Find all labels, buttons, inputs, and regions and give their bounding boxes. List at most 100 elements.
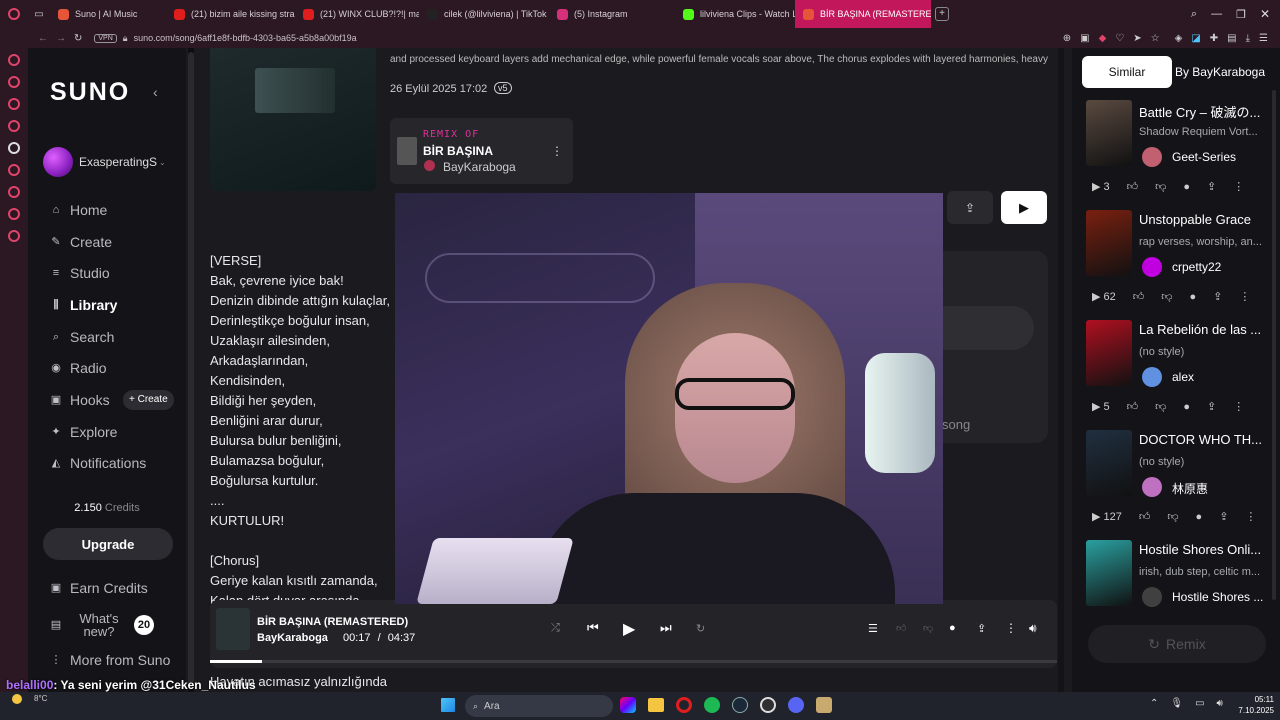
sidebar-app-icon[interactable] (8, 76, 20, 88)
tab-3[interactable]: (21) WINX CLUB?!?!| mar (295, 0, 419, 28)
dislike-icon[interactable]: 👎︎ (1155, 180, 1166, 193)
recommendation-thumbnail[interactable] (1086, 100, 1132, 166)
recommendation-author[interactable]: alex (1172, 370, 1194, 384)
sidebar-app-icon[interactable] (8, 98, 20, 110)
recommendation-title[interactable]: Hostile Shores Onli... (1139, 542, 1261, 557)
player-share-icon[interactable]: ⇪ (977, 622, 986, 635)
url-text[interactable]: suno.com/song/6aff1e8f-bdfb-4303-ba65-a5… (134, 33, 357, 43)
repeat-icon[interactable]: ↻ (696, 622, 705, 635)
whats-new-link[interactable]: ▤ What's new? 20 (50, 612, 154, 638)
sidebar-app-icon[interactable] (8, 142, 20, 154)
start-button[interactable] (441, 698, 455, 712)
new-tab-button[interactable]: + (935, 7, 949, 21)
recommendation-card[interactable]: La Rebelión de las ... (no style) alex ▶ 5 👍… (1086, 320, 1266, 420)
play-count[interactable]: ▶ 62 (1092, 290, 1116, 303)
sidebar-app-icon[interactable] (8, 54, 20, 66)
recommendation-card[interactable]: Unstoppable Grace rap verses, worship, an… (1086, 210, 1266, 310)
star-icon[interactable]: ☆ (1151, 33, 1160, 44)
comment-icon[interactable]: ● (1189, 291, 1196, 303)
nav-item-explore[interactable]: ✦ Explore (50, 424, 117, 440)
nav-item-notifications[interactable]: ◭ Notifications (50, 455, 147, 471)
nav-item-library[interactable]: ⫼ Library (50, 297, 117, 313)
more-icon[interactable]: ⋮ (1245, 510, 1256, 523)
sidebar-app-icon[interactable] (8, 120, 20, 132)
author-avatar[interactable] (1142, 257, 1162, 277)
heart-icon[interactable]: ♡ (1115, 33, 1124, 44)
remix-artist[interactable]: BayKaraboga (443, 160, 516, 174)
recommendation-author[interactable]: crpetty22 (1172, 260, 1221, 274)
like-icon[interactable]: 👍︎ (1139, 510, 1151, 523)
author-avatar[interactable] (1142, 587, 1162, 607)
play-count[interactable]: ▶ 3 (1092, 180, 1110, 193)
recommendation-thumbnail[interactable] (1086, 320, 1132, 386)
dislike-icon[interactable]: 👎︎ (1167, 510, 1178, 523)
sidebar-scrollbar[interactable] (188, 48, 194, 692)
camera-icon[interactable]: ▣ (1080, 33, 1089, 44)
discord-icon[interactable] (788, 697, 804, 713)
maximize-button[interactable]: ❐ (1236, 8, 1246, 21)
nav-item-search[interactable]: ⌕ Search (50, 329, 114, 345)
comment-icon[interactable]: ● (1183, 401, 1190, 413)
opera-taskbar-icon[interactable] (676, 697, 692, 713)
vpn-badge[interactable]: VPN (94, 33, 117, 43)
dislike-icon[interactable]: 👎︎ (923, 622, 933, 634)
mic-icon[interactable]: 🎙︎ (1170, 698, 1183, 709)
recommendation-thumbnail[interactable] (1086, 540, 1132, 606)
nav-item-hooks[interactable]: ▣ Hooks (50, 392, 110, 408)
zoom-icon[interactable]: ⊕ (1063, 33, 1071, 44)
nav-item-radio[interactable]: ◉ Radio (50, 360, 106, 376)
main-scrollbar[interactable] (1058, 48, 1064, 692)
like-icon[interactable]: 👍︎ (1127, 180, 1139, 193)
shuffle-icon[interactable]: ⤮ (551, 622, 560, 635)
author-avatar[interactable] (1142, 367, 1162, 387)
network-icon[interactable]: ▭ (1195, 698, 1204, 709)
obs-icon[interactable] (760, 697, 776, 713)
queue-icon[interactable]: ☰ (868, 622, 878, 635)
recommendation-author[interactable]: Hostile Shores ... (1172, 590, 1263, 604)
sidebar-app-icon[interactable] (8, 164, 20, 176)
minimize-button[interactable]: — (1211, 8, 1222, 20)
like-icon[interactable]: 👍︎ (1133, 290, 1145, 303)
recommendation-author[interactable]: Geet-Series (1172, 150, 1236, 164)
sidebar-app-icon[interactable] (8, 186, 20, 198)
share-icon[interactable]: ⇪ (1213, 290, 1222, 303)
author-avatar[interactable] (1142, 147, 1162, 167)
nav-item-home[interactable]: ⌂ Home (50, 202, 108, 218)
send-icon[interactable]: ➤ (1133, 33, 1141, 44)
close-window-button[interactable]: ✕ (1260, 7, 1270, 21)
tab-1[interactable]: Suno | AI Music (50, 0, 166, 28)
recommendation-author[interactable]: 林原惠 (1172, 480, 1208, 497)
puzzle-icon[interactable]: ✚ (1210, 33, 1218, 44)
weather-icon[interactable] (12, 694, 22, 704)
earn-credits-link[interactable]: ▣ Earn Credits (50, 580, 148, 596)
tab-4[interactable]: cilek (@lilviviena) | TikTok (419, 0, 549, 28)
translate-icon[interactable]: ◪ (1191, 33, 1200, 44)
play-icon[interactable]: ▶ (623, 619, 635, 639)
forward-icon[interactable]: → (56, 33, 66, 44)
player-title[interactable]: BİR BAŞINA (REMASTERED) (257, 616, 408, 628)
comment-icon[interactable]: ● (1183, 181, 1190, 193)
share-icon[interactable]: ⇪ (1207, 180, 1216, 193)
dislike-icon[interactable]: 👎︎ (1155, 400, 1166, 413)
tab-similar[interactable]: Similar (1082, 56, 1172, 88)
shield-icon[interactable]: ◆ (1099, 33, 1107, 44)
more-icon[interactable]: ⋮ (1239, 290, 1250, 303)
user-menu[interactable]: ExasperatingSc ⌄ (43, 147, 166, 177)
download-icon[interactable]: ⤓ (1246, 33, 1250, 44)
chevron-up-icon[interactable]: ⌃ (1150, 698, 1158, 709)
opera-logo-icon[interactable] (0, 0, 28, 28)
hooks-create-button[interactable]: + Create (123, 390, 174, 410)
like-icon[interactable]: 👍︎ (896, 622, 906, 634)
sidebar-app-icon[interactable] (8, 230, 20, 242)
player-artist[interactable]: BayKaraboga (257, 632, 328, 644)
play-count[interactable]: ▶ 5 (1092, 400, 1110, 413)
more-from-suno-link[interactable]: ⋮ More from Suno (50, 652, 171, 668)
speaker-icon[interactable]: 🔊︎ (1217, 698, 1223, 709)
extension-icon[interactable]: ◈ (1175, 33, 1183, 44)
play-count[interactable]: ▶ 127 (1092, 510, 1122, 523)
copilot-icon[interactable] (620, 697, 636, 713)
reload-icon[interactable]: ↻ (74, 33, 82, 44)
league-icon[interactable] (816, 697, 832, 713)
tab-5[interactable]: (5) Instagram (549, 0, 675, 28)
recommendation-title[interactable]: La Rebelión de las ... (1139, 322, 1261, 337)
